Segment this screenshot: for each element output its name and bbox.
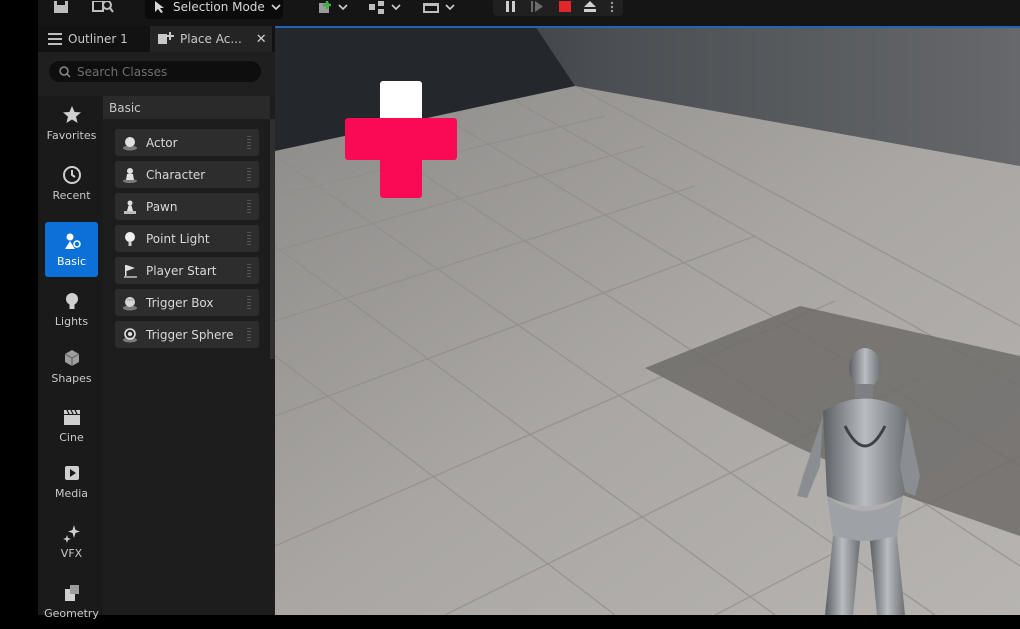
outliner-icon	[48, 33, 62, 45]
geometry-icon	[64, 585, 79, 601]
pawn-icon	[124, 200, 136, 214]
sparkles-icon	[62, 525, 80, 543]
list-item-point-light[interactable]: Point Light	[115, 225, 259, 252]
category-label: VFX	[60, 547, 83, 560]
drag-handle[interactable]	[247, 328, 251, 341]
player-start-flag-icon	[124, 264, 137, 278]
save-icon[interactable]	[52, 0, 70, 16]
category-label: Recent	[52, 189, 91, 202]
drag-handle[interactable]	[247, 232, 251, 245]
search-icon	[59, 65, 71, 78]
point-light-icon	[125, 231, 135, 246]
list-header: Basic	[103, 96, 270, 119]
media-play-icon	[64, 466, 79, 480]
tab-place-actors[interactable]: Place Ac... ✕	[150, 26, 272, 52]
cube-icon	[64, 350, 79, 366]
chevron-down-icon	[271, 4, 281, 11]
clock-icon	[62, 166, 81, 184]
level-viewport[interactable]	[275, 26, 1020, 615]
drag-handle[interactable]	[247, 296, 251, 309]
category-label: Favorites	[46, 129, 97, 142]
drag-handle[interactable]	[247, 264, 251, 277]
actor-list: Basic Actor Character Pawn Point Light P…	[103, 96, 275, 615]
category-media[interactable]: Media	[45, 454, 98, 509]
character-icon	[123, 167, 137, 183]
category-column: Favorites Recent Basic Lights Shapes Cin…	[38, 96, 103, 620]
drag-handle[interactable]	[247, 168, 251, 181]
list-item-actor[interactable]: Actor	[115, 129, 259, 156]
selection-mode-label: Selection Mode	[173, 0, 265, 14]
list-item-label: Point Light	[146, 231, 210, 246]
category-label: Basic	[56, 255, 87, 268]
main-toolbar: Selection Mode	[38, 0, 1020, 26]
trigger-sphere-icon	[123, 327, 137, 342]
list-item-label: Actor	[146, 135, 178, 150]
window-edge	[0, 0, 38, 615]
category-geometry[interactable]: Geometry	[44, 574, 99, 629]
star-icon	[62, 106, 81, 123]
category-label: Lights	[54, 315, 89, 328]
basic-shapes-icon	[64, 233, 81, 249]
list-item-label: Player Start	[146, 263, 217, 278]
place-actors-panel: Outliner 1 Place Ac... ✕ Favorites Recen…	[38, 26, 275, 620]
category-shapes[interactable]: Shapes	[45, 339, 98, 394]
list-item-label: Trigger Box	[146, 295, 214, 310]
pause-icon[interactable]	[503, 0, 519, 14]
blueprint-icon[interactable]	[368, 0, 404, 16]
panel-tab-bar: Outliner 1 Place Ac... ✕	[38, 26, 275, 52]
trigger-box-icon	[123, 296, 137, 310]
cinematics-icon[interactable]	[422, 0, 458, 16]
tab-outliner[interactable]: Outliner 1	[38, 26, 150, 52]
category-label: Cine	[59, 431, 84, 444]
list-item-label: Character	[146, 167, 206, 182]
category-cine[interactable]: Cine	[45, 398, 98, 453]
skip-frame-icon[interactable]	[529, 0, 547, 14]
stop-icon[interactable]	[557, 0, 573, 14]
list-item-trigger-sphere[interactable]: Trigger Sphere	[115, 321, 259, 348]
category-vfx[interactable]: VFX	[45, 514, 98, 569]
browse-icon[interactable]	[92, 0, 114, 16]
category-label: Media	[54, 487, 89, 500]
viewport-scene	[275, 26, 1020, 615]
list-item-label: Pawn	[146, 199, 178, 214]
category-lights[interactable]: Lights	[45, 282, 98, 337]
list-item-character[interactable]: Character	[115, 161, 259, 188]
category-label: Geometry	[44, 607, 99, 620]
search-classes	[49, 61, 261, 82]
actor-sphere-icon	[123, 136, 137, 150]
category-recent[interactable]: Recent	[45, 156, 98, 211]
category-favorites[interactable]: Favorites	[45, 96, 98, 151]
category-basic[interactable]: Basic	[45, 222, 98, 277]
list-item-pawn[interactable]: Pawn	[115, 193, 259, 220]
list-item-label: Trigger Sphere	[146, 327, 234, 342]
lightbulb-icon	[65, 293, 78, 309]
list-item-trigger-box[interactable]: Trigger Box	[115, 289, 259, 316]
search-input[interactable]	[77, 64, 247, 79]
drag-handle[interactable]	[247, 200, 251, 213]
tab-outliner-label: Outliner 1	[68, 32, 128, 46]
add-content-icon[interactable]	[318, 0, 352, 16]
drag-handle[interactable]	[247, 136, 251, 149]
viewport-focus-border	[275, 26, 1020, 28]
eject-icon[interactable]	[581, 0, 599, 14]
more-options-icon[interactable]	[607, 0, 617, 14]
place-actors-icon	[158, 32, 174, 44]
selection-mode-dropdown[interactable]: Selection Mode	[145, 0, 283, 19]
close-icon[interactable]: ✕	[256, 32, 267, 47]
tab-place-actors-label: Place Ac...	[180, 32, 242, 46]
play-controls	[493, 0, 623, 16]
list-item-player-start[interactable]: Player Start	[115, 257, 259, 284]
category-label: Shapes	[51, 372, 92, 385]
cursor-icon	[155, 1, 164, 13]
clapperboard-icon	[63, 409, 80, 425]
